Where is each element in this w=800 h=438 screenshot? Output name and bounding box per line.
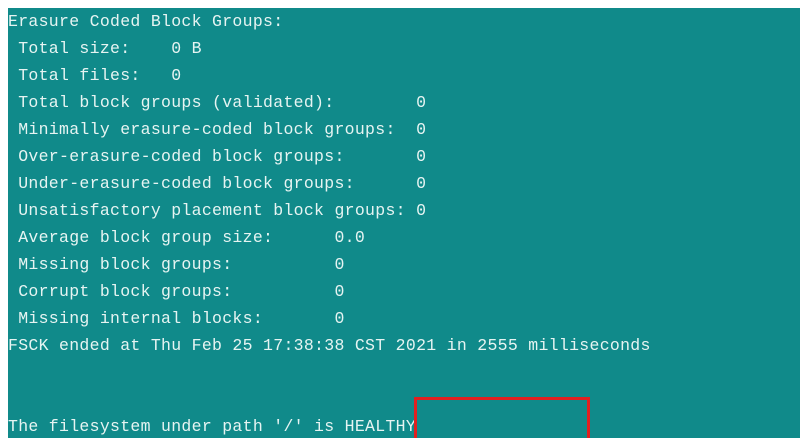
filesystem-status-line: The filesystem under path '/' is HEALTHY — [8, 417, 417, 436]
minimally-erasure-coded-line: Minimally erasure-coded block groups: 0 — [8, 120, 427, 139]
missing-block-groups-line: Missing block groups: 0 — [8, 255, 345, 274]
unsatisfactory-placement-line: Unsatisfactory placement block groups: 0 — [8, 201, 427, 220]
fsck-summary-line: FSCK ended at Thu Feb 25 17:38:38 CST 20… — [8, 336, 651, 355]
total-block-groups-line: Total block groups (validated): 0 — [8, 93, 427, 112]
total-files-line: Total files: 0 — [8, 66, 182, 85]
healthy-highlight-box — [414, 397, 590, 438]
section-heading-erasure-coded: Erasure Coded Block Groups: — [8, 12, 284, 31]
over-erasure-coded-line: Over-erasure-coded block groups: 0 — [8, 147, 427, 166]
total-size-line: Total size: 0 B — [8, 39, 202, 58]
under-erasure-coded-line: Under-erasure-coded block groups: 0 — [8, 174, 427, 193]
corrupt-block-groups-line: Corrupt block groups: 0 — [8, 282, 345, 301]
average-block-group-size-line: Average block group size: 0.0 — [8, 228, 366, 247]
terminal-window: Erasure Coded Block Groups: Total size: … — [8, 8, 800, 438]
missing-internal-blocks-line: Missing internal blocks: 0 — [8, 309, 345, 328]
